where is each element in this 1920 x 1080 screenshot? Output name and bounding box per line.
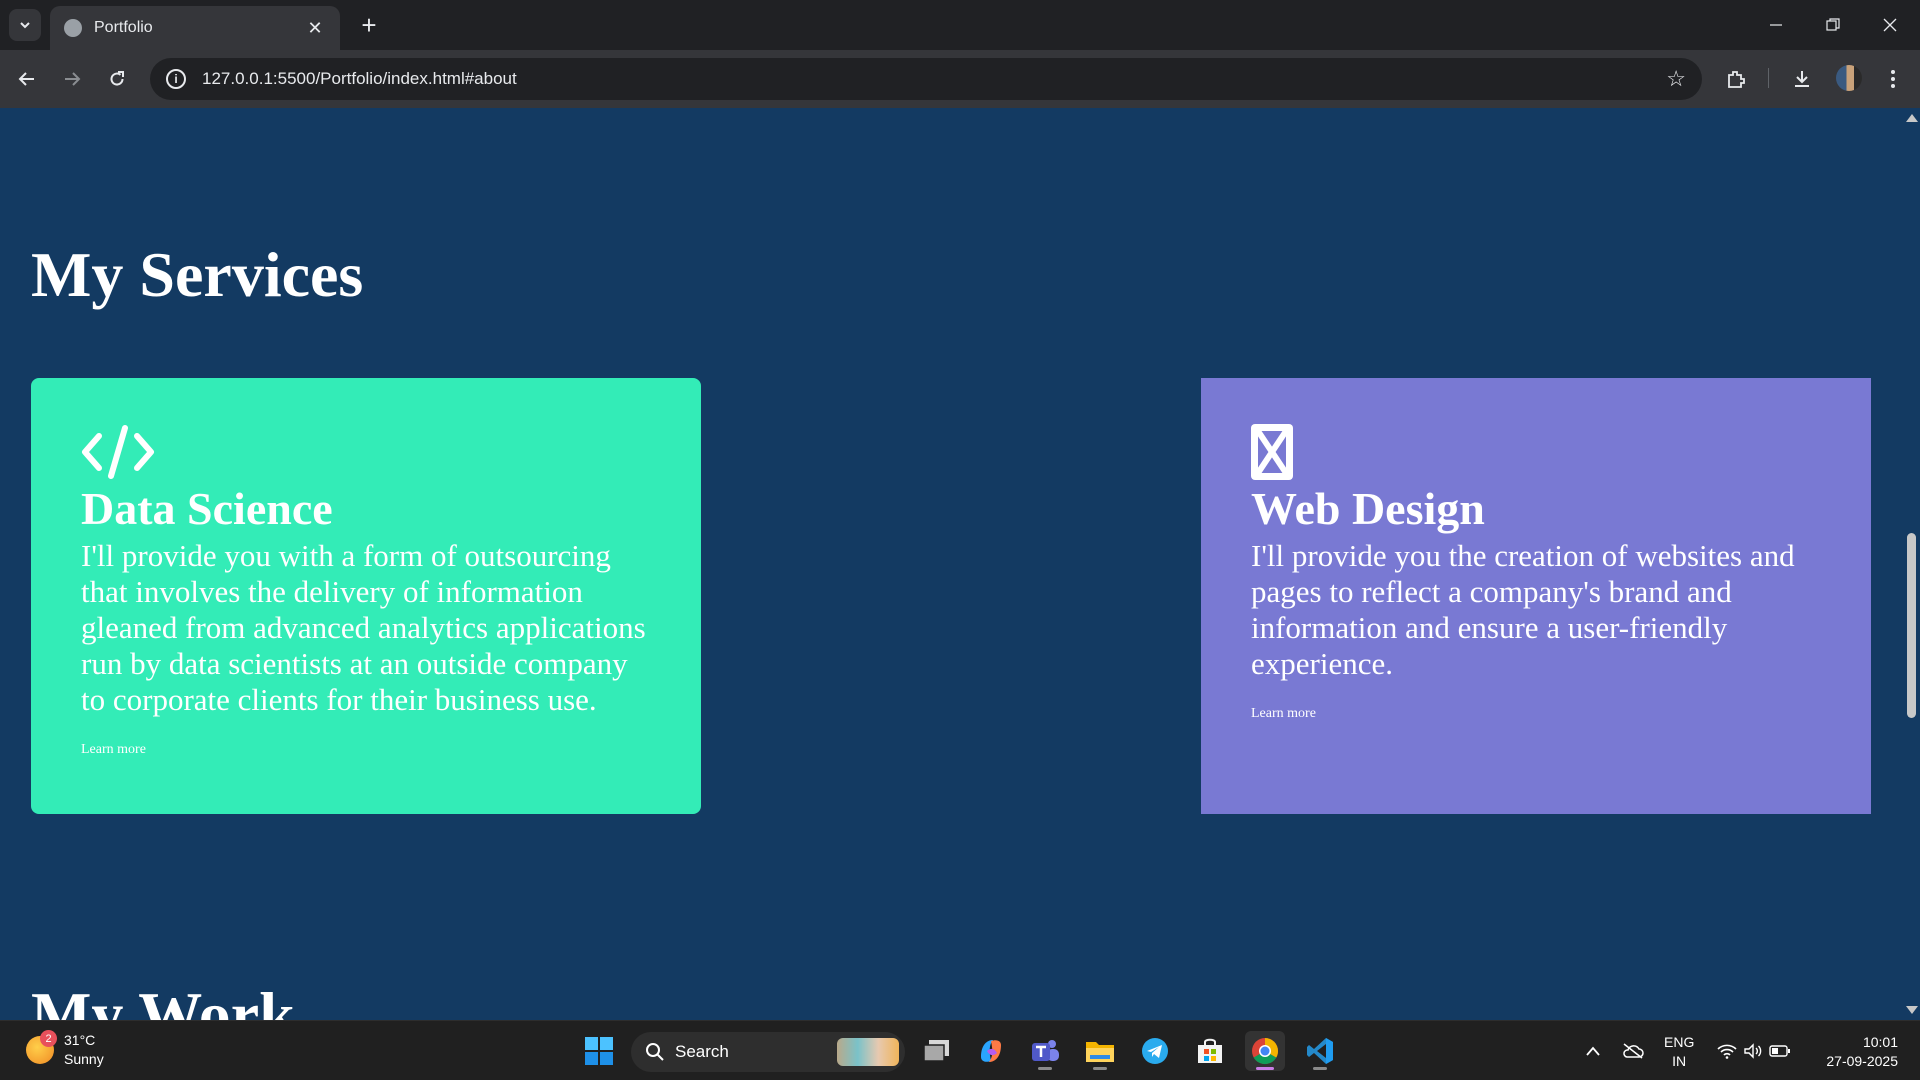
clock-date: 27-09-2025 [1826, 1053, 1898, 1069]
app-active-indicator [1256, 1067, 1274, 1070]
clock-time: 10:01 [1862, 1034, 1898, 1050]
puzzle-icon [1728, 71, 1745, 88]
telegram-button[interactable] [1135, 1031, 1175, 1071]
chrome-button[interactable] [1245, 1031, 1285, 1071]
services-heading: My Services [31, 239, 364, 310]
copilot-icon [981, 1040, 1001, 1062]
notification-badge: 2 [40, 1030, 57, 1047]
weather-temperature: 31°C [64, 1032, 96, 1048]
page-scrollbar[interactable] [1902, 108, 1920, 1020]
taskbar: 2 31°C Sunny Search ENG IN 10:01 27-09-2… [0, 1020, 1920, 1080]
app-running-indicator [1038, 1067, 1052, 1070]
teams-icon [1032, 1040, 1059, 1061]
arrow-right-icon [65, 72, 81, 86]
address-bar[interactable]: i 127.0.0.1:5500/Portfolio/index.html#ab… [150, 58, 1702, 100]
tab-search-button[interactable] [9, 9, 41, 41]
language-indicator[interactable]: ENG IN [1664, 1033, 1694, 1071]
copilot-button[interactable] [971, 1031, 1011, 1071]
telegram-icon [1142, 1038, 1168, 1064]
wifi-icon [1717, 1044, 1737, 1059]
forward-button[interactable] [57, 64, 87, 94]
close-window-button[interactable] [1862, 0, 1918, 50]
browser-tab-strip: Portfolio ✕ + [0, 0, 1920, 50]
sun-icon: 2 [26, 1030, 57, 1064]
learn-more-link[interactable]: Learn more [1251, 706, 1316, 722]
profile-avatar[interactable] [1836, 65, 1862, 91]
arrow-left-icon [18, 72, 34, 86]
service-card-web-design: Web Design I'll provide you the creation… [1201, 378, 1871, 814]
restore-button[interactable] [1805, 0, 1861, 50]
card-title: Web Design [1251, 483, 1485, 534]
chevron-down-icon [20, 22, 30, 29]
service-card-data-science: Data Science I'll provide you with a for… [31, 378, 701, 814]
downloads-button[interactable] [1787, 64, 1817, 94]
start-button[interactable] [579, 1031, 619, 1071]
show-hidden-icons-button[interactable] [1585, 1021, 1601, 1080]
browser-tab[interactable]: Portfolio ✕ [50, 6, 340, 50]
browser-toolbar: i 127.0.0.1:5500/Portfolio/index.html#ab… [0, 50, 1920, 108]
taskbar-search[interactable]: Search [631, 1032, 905, 1072]
new-tab-button[interactable]: + [354, 10, 384, 40]
minimize-icon [1770, 24, 1782, 26]
search-icon [646, 1043, 664, 1061]
bookmark-star-icon[interactable]: ☆ [1666, 66, 1686, 92]
reload-icon [110, 71, 124, 86]
task-view-button[interactable] [917, 1031, 957, 1071]
learn-more-link[interactable]: Learn more [81, 742, 146, 758]
folder-icon [1086, 1042, 1114, 1062]
chevron-up-icon [1586, 1046, 1600, 1056]
teams-button[interactable] [1025, 1031, 1065, 1071]
close-icon [1883, 18, 1897, 32]
search-highlight-image [837, 1038, 899, 1066]
url-text[interactable]: 127.0.0.1:5500/Portfolio/index.html#abou… [202, 69, 1666, 89]
code-icon [81, 424, 651, 480]
card-description: I'll provide you the creation of website… [1251, 538, 1795, 681]
globe-icon [64, 19, 82, 37]
region-code: IN [1672, 1053, 1687, 1069]
vscode-icon [1307, 1038, 1333, 1064]
quick-settings-button[interactable] [1717, 1021, 1791, 1080]
scroll-up-arrow-icon[interactable] [1906, 114, 1918, 122]
close-tab-icon[interactable]: ✕ [304, 18, 326, 39]
scroll-thumb[interactable] [1907, 533, 1916, 718]
browser-menu-button[interactable] [1878, 64, 1908, 94]
site-info-icon[interactable]: i [166, 69, 186, 89]
onedrive-status[interactable] [1622, 1021, 1644, 1080]
page-viewport: My Services Data Science I'll provide yo… [0, 108, 1920, 1020]
microsoft-store-button[interactable] [1190, 1031, 1230, 1071]
task-view-icon [923, 1040, 949, 1062]
battery-icon [1769, 1045, 1790, 1057]
weather-widget[interactable]: 2 31°C Sunny [26, 1030, 104, 1069]
weather-description: Sunny [64, 1051, 104, 1067]
file-explorer-button[interactable] [1080, 1031, 1120, 1071]
download-icon [1795, 71, 1809, 87]
cloud-offline-icon [1623, 1043, 1644, 1059]
reload-button[interactable] [102, 64, 132, 94]
chrome-icon [1252, 1038, 1279, 1065]
card-description: I'll provide you with a form of outsourc… [81, 538, 646, 717]
restore-icon [1826, 18, 1840, 31]
crop-icon [1251, 424, 1821, 480]
minimize-button[interactable] [1748, 0, 1804, 50]
volume-icon [1744, 1043, 1762, 1059]
my-work-heading: My Work [31, 979, 295, 1020]
windows-logo-icon [585, 1037, 613, 1065]
toolbar-divider [1768, 68, 1769, 88]
system-clock[interactable]: 10:01 27-09-2025 [1826, 1033, 1898, 1071]
more-vertical-icon [1891, 70, 1895, 88]
tab-title: Portfolio [94, 19, 153, 36]
back-button[interactable] [12, 64, 42, 94]
extensions-button[interactable] [1721, 64, 1751, 94]
language-code: ENG [1664, 1034, 1695, 1050]
card-title: Data Science [81, 483, 333, 534]
app-running-indicator [1093, 1067, 1107, 1070]
vscode-button[interactable] [1300, 1031, 1340, 1071]
app-running-indicator [1313, 1067, 1327, 1070]
search-label: Search [675, 1042, 729, 1061]
store-icon [1198, 1038, 1222, 1063]
scroll-down-arrow-icon[interactable] [1906, 1006, 1918, 1014]
